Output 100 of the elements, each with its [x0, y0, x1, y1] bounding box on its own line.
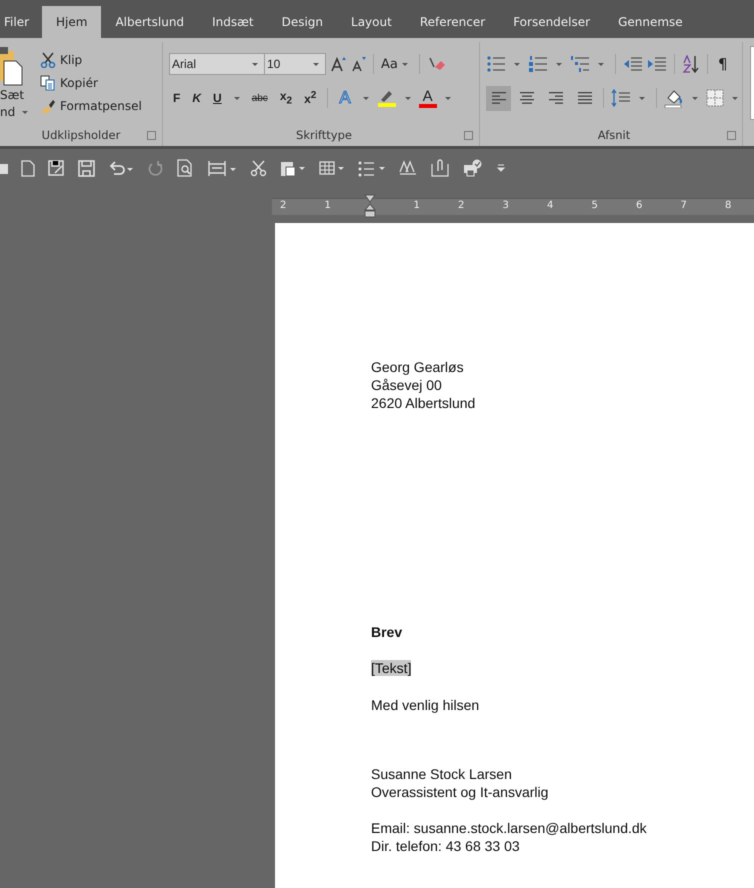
increase-indent-icon[interactable] — [647, 55, 667, 73]
ribbon-tab[interactable]: Filer — [0, 6, 42, 38]
paintbrush-icon — [40, 98, 56, 114]
caret-icon[interactable] — [234, 96, 240, 100]
highlighter-icon[interactable] — [376, 88, 397, 108]
decrease-indent-icon[interactable] — [623, 55, 643, 73]
caret-icon[interactable] — [732, 96, 738, 100]
ribbon-tab[interactable]: Design — [268, 6, 338, 38]
paperclip-icon[interactable] — [430, 159, 450, 177]
scissors-icon[interactable] — [250, 160, 267, 176]
caret-icon[interactable] — [639, 96, 646, 100]
caret-icon[interactable] — [598, 62, 604, 66]
caret-icon — [313, 62, 319, 66]
page-break-icon[interactable] — [207, 160, 237, 176]
format-button[interactable]: abc — [248, 92, 272, 104]
group-label: Skrifttype — [296, 128, 352, 142]
ruler-number: 4 — [547, 200, 554, 211]
group-label: Afsnit — [598, 128, 630, 142]
caret-icon — [252, 62, 258, 66]
scissors-icon — [40, 52, 56, 68]
document-text: 2620 Albertslund — [371, 395, 476, 411]
align-icon — [490, 91, 506, 105]
printer-check-icon[interactable] — [463, 159, 483, 177]
placeholder-text[interactable]: [Tekst] — [371, 660, 412, 676]
change-case-button[interactable]: Aa — [381, 56, 412, 72]
sort-icon[interactable] — [682, 55, 700, 73]
format-button[interactable]: K — [188, 91, 206, 105]
document-text: Overassistent og It-ansvarlig — [371, 784, 548, 800]
document-text: Med venlig hilsen — [371, 697, 480, 713]
ribbon-tab[interactable]: Referencer — [406, 6, 500, 38]
numbered-list-icon[interactable] — [528, 55, 548, 73]
indent-marker-icon[interactable] — [364, 194, 376, 218]
format-button[interactable]: x$^{2}$ — [300, 90, 320, 106]
align-icon — [547, 91, 564, 105]
ruler-number: 2 — [458, 200, 464, 211]
ruler-number: 8 — [725, 200, 732, 211]
ruler-number: 7 — [680, 200, 687, 211]
multilevel-list-icon[interactable] — [570, 55, 590, 73]
ribbon-tab[interactable]: Indsæt — [198, 6, 268, 38]
ruler-number: 2 — [280, 200, 286, 211]
document-text: Susanne Stock Larsen — [371, 766, 512, 782]
grow-font-icon[interactable] — [330, 56, 346, 72]
font-size-field[interactable]: 10 — [264, 53, 326, 75]
document-text: Georg Gearløs — [371, 359, 464, 375]
paste-button[interactable]: Sæt nd — [0, 47, 34, 121]
paint-bucket-icon[interactable] — [664, 88, 684, 108]
borders-icon[interactable] — [706, 89, 724, 107]
show-formatting-button[interactable]: ¶ — [715, 55, 731, 73]
save-icon[interactable] — [78, 160, 95, 176]
font-name-field[interactable]: Arial — [169, 53, 265, 75]
paste-icon[interactable] — [280, 159, 306, 177]
table-icon[interactable] — [319, 160, 345, 176]
caret-icon[interactable] — [404, 96, 411, 100]
ribbon-tab[interactable]: Hjem — [42, 6, 102, 38]
undo-icon[interactable] — [108, 160, 134, 176]
dialog-launcher-icon[interactable] — [147, 131, 156, 140]
caret-icon[interactable] — [444, 96, 451, 100]
caret-icon[interactable] — [556, 62, 562, 66]
ribbon-tab[interactable]: Forsendelser — [499, 6, 604, 38]
line-spacing-icon[interactable] — [611, 89, 632, 107]
shrink-font-icon[interactable] — [350, 56, 366, 72]
ruler-number: 6 — [636, 200, 642, 211]
clipboard-button[interactable]: Kopiér — [40, 74, 142, 92]
align-icon — [518, 91, 535, 105]
new-document-icon[interactable] — [21, 160, 35, 176]
eraser-icon[interactable] — [426, 55, 445, 73]
customize-toolbar-icon[interactable] — [496, 162, 506, 174]
bullet-list-icon[interactable] — [486, 55, 506, 73]
group-label: Udklipsholder — [42, 128, 120, 142]
paste-label: Sæt — [0, 87, 24, 104]
format-button[interactable]: x$_{2}$ — [276, 89, 296, 107]
ruler-number: 5 — [592, 200, 598, 211]
caret-icon[interactable] — [692, 96, 698, 100]
copy-icon — [40, 75, 56, 91]
document-text: Email: susanne.stock.larsen@albertslund.dk — [371, 820, 647, 836]
clipboard-button[interactable]: Klip — [40, 50, 142, 70]
ribbon-tab[interactable]: Gennemse — [604, 6, 697, 38]
document-text: Dir. telefon: 43 68 33 03 — [371, 838, 520, 854]
format-button[interactable]: F — [169, 91, 184, 105]
clipboard-button[interactable]: Formatpensel — [40, 96, 142, 116]
text-style-icon[interactable] — [399, 160, 417, 176]
ribbon-tab[interactable]: Albertslund — [101, 6, 198, 38]
bullet-list-icon[interactable] — [358, 160, 386, 176]
caret-icon — [22, 111, 28, 114]
format-button[interactable]: U — [209, 91, 226, 105]
align-icon — [576, 91, 592, 105]
document-text: Gåsevej 00 — [371, 377, 442, 393]
caret-icon[interactable] — [514, 62, 520, 66]
ribbon-tab[interactable]: Layout — [337, 6, 406, 38]
ruler-number: 1 — [324, 200, 331, 211]
caret-icon[interactable] — [362, 96, 369, 100]
document-text: Brev — [371, 624, 402, 640]
ruler-number: 3 — [502, 200, 509, 211]
font-color-button[interactable]: A — [418, 88, 437, 108]
print-preview-icon[interactable] — [177, 159, 194, 177]
save-as-icon[interactable] — [48, 160, 65, 176]
paste-label: nd — [0, 104, 16, 121]
dialog-launcher-icon[interactable] — [727, 131, 736, 140]
dialog-launcher-icon[interactable] — [464, 131, 473, 140]
align-button[interactable] — [486, 86, 511, 110]
